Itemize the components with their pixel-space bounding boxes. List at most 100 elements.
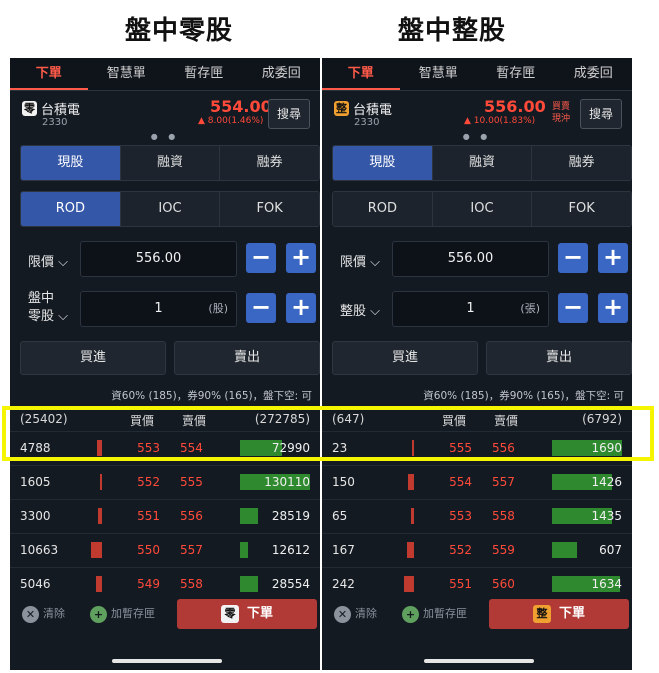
bid-price[interactable]: 552 [128,475,160,489]
ask-price[interactable]: 555 [180,475,203,489]
tab-short[interactable]: 融券 [532,146,631,180]
bid-price[interactable]: 554 [440,475,472,489]
ask-price[interactable]: 557 [180,543,203,557]
tab-short[interactable]: 融券 [220,146,319,180]
quantity-value: 1 [154,301,163,316]
page-dots: ● ● [462,132,492,141]
tab-cash[interactable]: 現股 [333,146,433,180]
buy-button[interactable]: 買進 [332,341,478,375]
stock-code: 2330 [354,117,380,128]
buy-button[interactable]: 買進 [20,341,166,375]
bid-quantity: 65 [332,509,348,523]
tab-smart-order[interactable]: 智慧單 [400,58,478,90]
stock-code: 2330 [42,117,68,128]
price-input[interactable]: 556.00 [392,241,549,277]
lot-type-dropdown[interactable]: 盤中 零股 ⌵ [28,290,68,326]
bid-quantity: 167 [332,543,355,557]
quantity-plus-button[interactable]: + [598,293,628,323]
price-input[interactable]: 556.00 [80,241,237,277]
tab-fok[interactable]: FOK [532,192,631,226]
tif-selector: ROD IOC FOK [20,191,320,227]
add-draft-button[interactable]: + 加暫存匣 [90,605,155,623]
margin-info: 資60% (185)，券90% (165)，盤下空: 可 [423,390,624,402]
bid-price[interactable]: 553 [440,509,472,523]
bid-quantity: 150 [332,475,355,489]
tab-rod[interactable]: ROD [333,192,433,226]
search-button[interactable]: 搜尋 [268,99,310,129]
sell-button[interactable]: 賣出 [486,341,632,375]
clear-icon: ✕ [22,605,39,623]
ask-quantity: 28554 [271,577,310,591]
bid-price[interactable]: 549 [128,577,160,591]
order-badge: 零 [220,604,239,623]
price-type-dropdown[interactable]: 限價 ⌵ [28,251,68,270]
stock-price: 556.00 [484,97,546,116]
order-badge: 整 [532,604,551,623]
bid-price[interactable]: 550 [128,543,160,557]
tab-ioc[interactable]: IOC [432,192,533,226]
ask-quantity: 1435 [591,509,622,523]
ask-price[interactable]: 556 [180,509,203,523]
ask-price[interactable]: 560 [492,577,515,591]
quantity-plus-button[interactable]: + [286,293,316,323]
clear-button[interactable]: ✕ 清除 [334,605,377,623]
bid-price[interactable]: 551 [128,509,160,523]
bid-price[interactable]: 552 [440,543,472,557]
bid-quantity: 1605 [20,475,51,489]
ask-price[interactable]: 558 [180,577,203,591]
price-plus-button[interactable]: + [598,243,628,273]
ask-quantity: 607 [599,543,622,557]
sell-button[interactable]: 賣出 [174,341,320,375]
quantity-value: 1 [466,301,475,316]
price-type-dropdown[interactable]: 限價 ⌵ [340,251,380,270]
clear-label: 清除 [43,607,65,620]
tab-fills[interactable]: 成委回 [243,58,321,90]
tab-margin[interactable]: 融資 [432,146,533,180]
order-book-row[interactable]: 3300 551 556 28519 [10,499,320,534]
place-order-button[interactable]: 整下單 [489,599,629,629]
quantity-input[interactable]: 1 (張) [392,291,549,327]
ask-price[interactable]: 558 [492,509,515,523]
stock-header: 零 台積電 2330 554.00 ▲ 8.00(1.46%) 搜尋 ● ● [10,91,320,143]
quantity-input[interactable]: 1 (股) [80,291,237,327]
tab-cash[interactable]: 現股 [21,146,121,180]
price-plus-button[interactable]: + [286,243,316,273]
add-draft-button[interactable]: + 加暫存匣 [402,605,467,623]
margin-info: 資60% (185)，券90% (165)，盤下空: 可 [111,390,312,402]
tab-order[interactable]: 下單 [10,58,88,90]
price-minus-button[interactable]: − [558,243,588,273]
bottom-bar: ✕ 清除 + 加暫存匣 零下單 [10,593,320,635]
quantity-minus-button[interactable]: − [558,293,588,323]
stock-change: ▲ 10.00(1.83%) [464,116,536,126]
tab-smart-order[interactable]: 智慧單 [88,58,166,90]
tab-order[interactable]: 下單 [322,58,400,90]
place-order-label: 下單 [558,606,585,621]
quantity-minus-button[interactable]: − [246,293,276,323]
search-button[interactable]: 搜尋 [580,99,622,129]
clear-button[interactable]: ✕ 清除 [22,605,65,623]
price-minus-button[interactable]: − [246,243,276,273]
stock-price: 554.00 [210,97,272,116]
lot-type-dropdown[interactable]: 整股 ⌵ [340,300,380,319]
tab-draft-box[interactable]: 暫存匣 [477,58,555,90]
home-indicator [112,659,222,663]
order-book-row[interactable]: 10663 550 557 12612 [10,533,320,568]
tab-fills[interactable]: 成委回 [555,58,633,90]
tab-ioc[interactable]: IOC [120,192,221,226]
bid-price[interactable]: 551 [440,577,472,591]
ask-price[interactable]: 557 [492,475,515,489]
tab-fok[interactable]: FOK [220,192,319,226]
page-dots: ● ● [150,132,180,141]
ask-price[interactable]: 559 [492,543,515,557]
tab-margin[interactable]: 融資 [120,146,221,180]
order-book-row[interactable]: 150 554 557 1426 [322,465,632,500]
right-heading: 盤中整股 [398,16,507,46]
tab-draft-box[interactable]: 暫存匣 [165,58,243,90]
tab-rod[interactable]: ROD [21,192,121,226]
bid-volume-bar [404,576,414,592]
add-draft-label: 加暫存匣 [111,607,155,620]
order-book-row[interactable]: 1605 552 555 130110 [10,465,320,500]
place-order-button[interactable]: 零下單 [177,599,317,629]
order-book-row[interactable]: 65 553 558 1435 [322,499,632,534]
order-book-row[interactable]: 167 552 559 607 [322,533,632,568]
